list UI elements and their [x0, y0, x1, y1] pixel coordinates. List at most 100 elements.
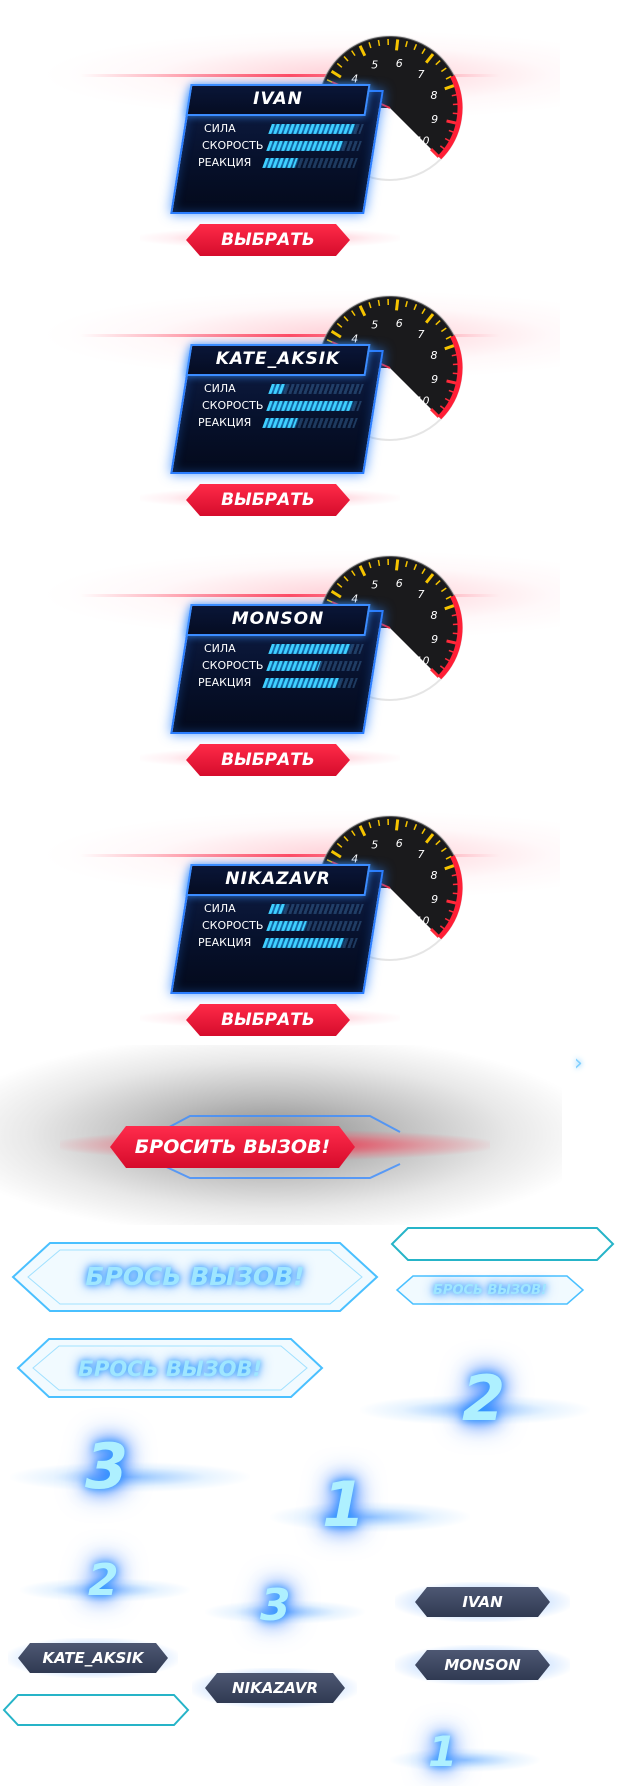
player-card: 345678910KATE_AKSIKСИЛАСКОРОСТЬРЕАКЦИЯВЫ…	[0, 260, 631, 520]
gauge-number: 10	[416, 655, 430, 668]
stat-label: СКОРОСТЬ	[202, 139, 264, 152]
stat-bar-fill	[266, 661, 321, 671]
player-name: MONSON	[231, 609, 325, 629]
stat-bar	[266, 141, 362, 151]
player-name: NIKAZAVR	[225, 869, 331, 889]
countdown-number: 1	[322, 1468, 366, 1541]
gauge-number: 5	[371, 579, 378, 592]
throw-challenge-small-button[interactable]: БРОСЬ ВЫЗОВ!	[410, 1280, 570, 1302]
gauge-tick	[377, 39, 381, 47]
stat-bar-fill	[266, 921, 307, 931]
countdown-number: 2	[462, 1362, 506, 1435]
gauge-number: 10	[416, 395, 430, 408]
stat-bar	[268, 124, 364, 134]
gauge-tick	[395, 39, 400, 51]
gauge-number: 8	[431, 609, 438, 622]
stat-label: СКОРОСТЬ	[202, 659, 264, 672]
stat-bar	[262, 158, 358, 168]
countdown-glow	[390, 1748, 540, 1772]
stat-bar	[268, 904, 364, 914]
stat-bar-fill	[262, 158, 299, 168]
stat-bar-fill	[262, 678, 340, 688]
gauge-number: 7	[418, 588, 425, 601]
gauge-number: 5	[371, 839, 378, 852]
player-name: KATE_AKSIK	[215, 349, 341, 369]
stat-bar-fill	[262, 938, 345, 948]
gauge-number: 9	[431, 113, 438, 126]
gauge-number: 7	[418, 68, 425, 81]
player-card: 345678910MONSONСИЛАСКОРОСТЬРЕАКЦИЯВЫБРАТ…	[0, 520, 631, 780]
name-tag-monson[interactable]: MONSON	[415, 1650, 550, 1680]
stat-bar	[268, 384, 364, 394]
gauge-tick	[395, 299, 400, 311]
stat-bar	[262, 678, 358, 688]
name-tag-ivan[interactable]: IVAN	[415, 1587, 550, 1617]
throw-challenge-large-button[interactable]: БРОСЬ ВЫЗОВ!	[40, 1258, 350, 1296]
stat-bar	[262, 938, 358, 948]
stat-bar-fill	[266, 401, 353, 411]
player-card: 345678910NIKAZAVRСИЛАСКОРОСТЬРЕАКЦИЯВЫБР…	[0, 780, 631, 1040]
stat-bar	[268, 644, 364, 654]
stat-label: СИЛА	[204, 902, 236, 915]
stat-bar-fill	[266, 141, 344, 151]
challenge-button[interactable]: БРОСИТЬ ВЫЗОВ!	[110, 1126, 355, 1168]
gauge-number: 7	[418, 328, 425, 341]
select-button[interactable]: ВЫБРАТЬ	[186, 224, 350, 256]
stat-label: СИЛА	[204, 642, 236, 655]
gauge-tick	[395, 819, 400, 831]
gauge-number: 7	[418, 848, 425, 861]
stat-bar	[266, 401, 362, 411]
stat-bar-fill	[268, 124, 355, 134]
player-card: 345678910IVANСИЛАСКОРОСТЬРЕАКЦИЯВЫБРАТЬ	[0, 0, 631, 260]
gauge-number: 10	[416, 915, 430, 928]
countdown-number: 3	[85, 1430, 129, 1503]
gauge-number: 6	[396, 57, 403, 70]
stat-bar	[266, 921, 362, 931]
gauge-tick	[377, 559, 381, 567]
select-button[interactable]: ВЫБРАТЬ	[186, 484, 350, 516]
gauge-tick	[395, 559, 400, 571]
gauge-number: 8	[431, 869, 438, 882]
select-button[interactable]: ВЫБРАТЬ	[186, 1004, 350, 1036]
countdown-glow	[10, 1462, 250, 1492]
gauge-tick	[377, 819, 381, 827]
stat-bar	[262, 418, 358, 428]
gauge-number: 6	[396, 837, 403, 850]
player-name: IVAN	[253, 89, 303, 109]
stat-label: СКОРОСТЬ	[202, 919, 264, 932]
stat-label: СИЛА	[204, 382, 236, 395]
throw-challenge-medium-button[interactable]: БРОСЬ ВЫЗОВ!	[40, 1353, 300, 1385]
name-tag-nikazavr[interactable]: NIKAZAVR	[205, 1673, 345, 1703]
stat-label: РЕАКЦИЯ	[198, 156, 252, 169]
stat-bar-fill	[268, 904, 286, 914]
countdown-number-small: 2	[88, 1555, 119, 1606]
name-tag-kate-aksik[interactable]: KATE_AKSIK	[18, 1643, 168, 1673]
stat-label: РЕАКЦИЯ	[198, 416, 252, 429]
gauge-number: 8	[431, 89, 438, 102]
gauge-tick	[377, 299, 381, 307]
gauge-number: 10	[416, 135, 430, 148]
chevron-right-icon[interactable]: ›	[574, 1052, 594, 1076]
countdown-number-small: 1	[428, 1727, 458, 1776]
gauge-number: 6	[396, 577, 403, 590]
stat-bar-fill	[268, 384, 286, 394]
outline-frame-top-right	[390, 1227, 615, 1261]
countdown-glow	[270, 1502, 470, 1532]
stat-label: РЕАКЦИЯ	[198, 936, 252, 949]
stat-bar	[266, 661, 362, 671]
outline-frame-bottom-left	[2, 1694, 190, 1726]
stat-label: РЕАКЦИЯ	[198, 676, 252, 689]
stat-label: СИЛА	[204, 122, 236, 135]
gauge-number: 5	[371, 319, 378, 332]
gauge-number: 9	[431, 633, 438, 646]
stat-bar-fill	[262, 418, 299, 428]
gauge-number: 5	[371, 59, 378, 72]
gauge-number: 6	[396, 317, 403, 330]
gauge-number: 9	[431, 373, 438, 386]
gauge-number: 8	[431, 349, 438, 362]
select-button[interactable]: ВЫБРАТЬ	[186, 744, 350, 776]
countdown-number-small: 3	[260, 1580, 291, 1631]
stat-label: СКОРОСТЬ	[202, 399, 264, 412]
gauge-number: 9	[431, 893, 438, 906]
stat-bar-fill	[268, 644, 351, 654]
